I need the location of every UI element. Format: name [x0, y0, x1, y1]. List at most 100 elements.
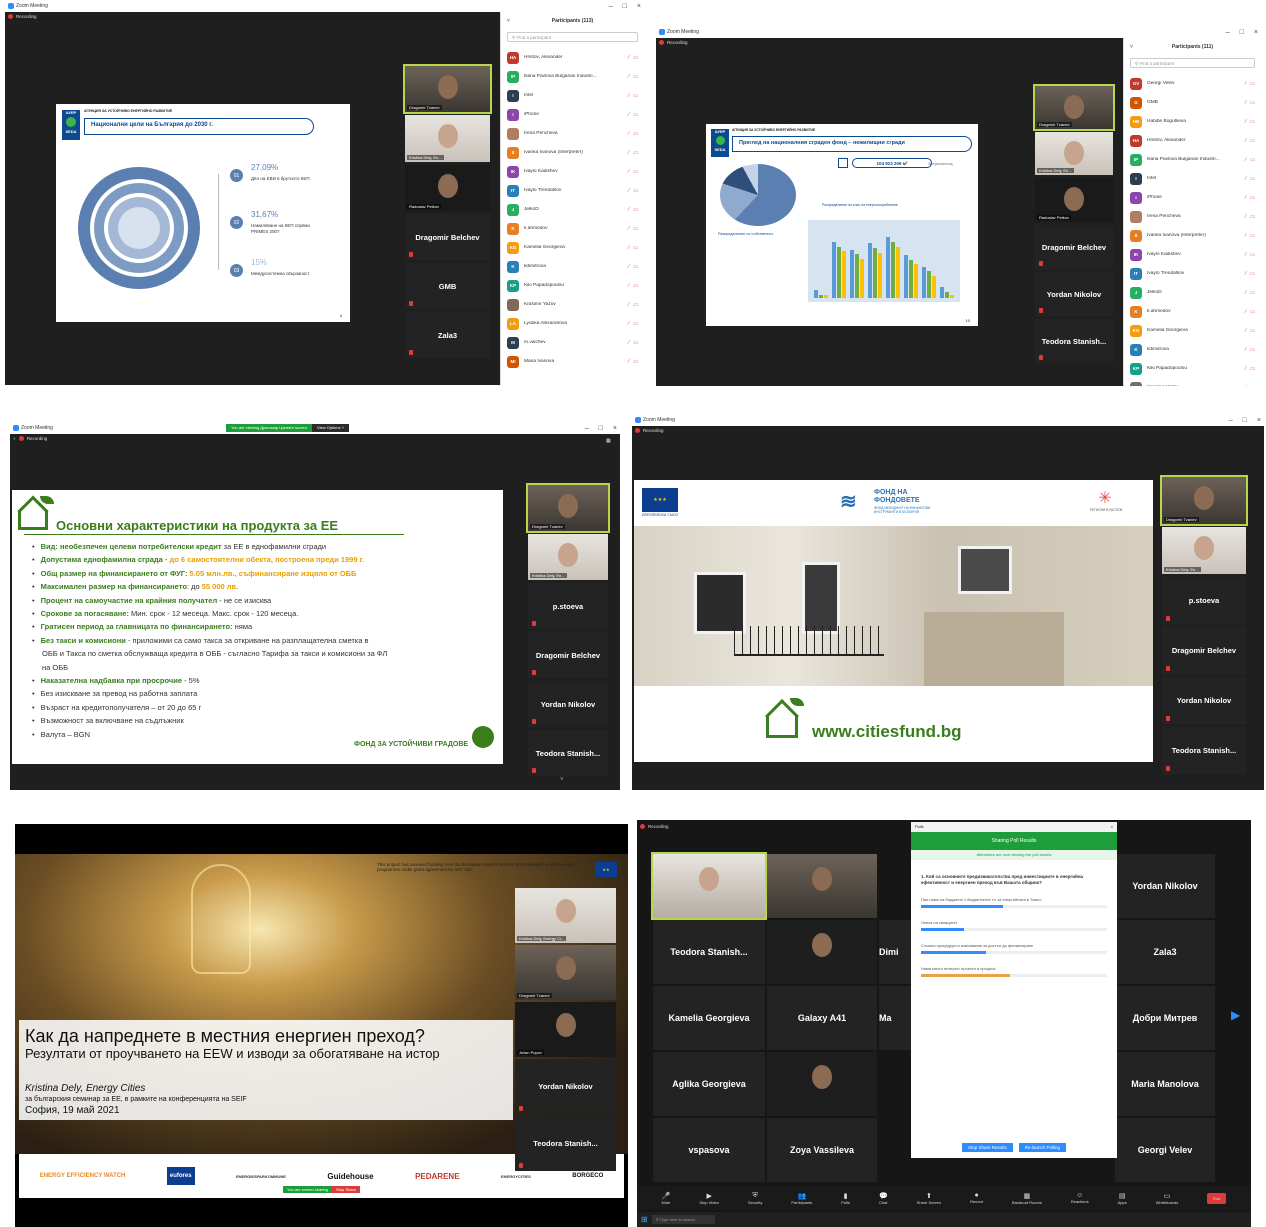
video-off-icon[interactable]: ▭ — [633, 321, 638, 327]
muted-mic-icon[interactable]: ⁄ — [628, 112, 629, 118]
video-tile[interactable]: Dragomir Tzanev — [1033, 84, 1115, 131]
muted-mic-icon[interactable]: ⁄ — [1245, 385, 1246, 387]
muted-mic-icon[interactable]: ⁄ — [1245, 119, 1246, 125]
participant-row[interactable]: II Ivanka Ivanova (Interpreter) ⁄ ▭ — [1124, 226, 1261, 245]
participant-row[interactable]: HB Habibe Bogutlieva ⁄ ▭ — [1124, 112, 1261, 131]
muted-mic-icon[interactable]: ⁄ — [1245, 138, 1246, 144]
video-off-icon[interactable]: ▭ — [1250, 176, 1255, 182]
participant-row[interactable]: I Intel ⁄ ▭ — [1124, 169, 1261, 188]
grid-view-icon[interactable]: ▦ — [606, 438, 611, 444]
toolbar-button[interactable]: ☺ Reactions — [1071, 1192, 1089, 1204]
video-off-icon[interactable]: ▭ — [633, 340, 638, 346]
video-tile[interactable]: Yordan Nikolov — [1162, 677, 1246, 724]
participant-row[interactable]: GV Georgi Velev ⁄ ▭ — [1124, 74, 1261, 93]
video-tile[interactable]: Zala3 — [1115, 920, 1215, 984]
video-off-icon[interactable]: ▭ — [1250, 309, 1255, 315]
toolbar-button[interactable]: 🎤 Mute — [662, 1192, 671, 1205]
participant-row[interactable]: LA Lyubka Alexandrova ⁄ ▭ — [501, 314, 644, 333]
muted-mic-icon[interactable]: ⁄ — [1245, 233, 1246, 239]
participant-row[interactable]: Kk.ahmedov ⁄ ▭ — [1124, 302, 1261, 321]
participant-row[interactable]: Krasimir Yazov ⁄ ▭ — [1124, 378, 1261, 386]
video-tile[interactable]: vspasova — [653, 1118, 765, 1182]
minimize-icon[interactable]: – — [609, 3, 613, 10]
toolbar-button[interactable]: 👥 Participants — [791, 1192, 812, 1205]
participant-row[interactable]: Kkdimitrova ⁄ ▭ — [1124, 340, 1261, 359]
minimize-icon[interactable]: – — [585, 425, 589, 432]
muted-mic-icon[interactable]: ⁄ — [628, 226, 629, 232]
video-off-icon[interactable]: ▭ — [1250, 81, 1255, 87]
muted-mic-icon[interactable]: ⁄ — [1245, 157, 1246, 163]
close-icon[interactable]: × — [1257, 417, 1261, 424]
participant-row[interactable]: Kk.ahmedov ⁄ ▭ — [501, 219, 644, 238]
participant-row[interactable]: MI Maria Ivanova ⁄ ▭ — [501, 352, 644, 371]
video-off-icon[interactable]: ▭ — [633, 302, 638, 308]
muted-mic-icon[interactable]: ⁄ — [628, 74, 629, 80]
toolbar-button[interactable]: ⬆ Share Screen — [917, 1192, 941, 1205]
muted-mic-icon[interactable]: ⁄ — [628, 169, 629, 175]
toolbar-button[interactable]: ▭ Whiteboards — [1156, 1192, 1178, 1205]
taskbar-search[interactable]: ⚲ Type here to search — [651, 1215, 716, 1224]
muted-mic-icon[interactable]: ⁄ — [628, 188, 629, 194]
close-icon[interactable]: × — [613, 425, 617, 432]
windows-start-icon[interactable]: ⊞ — [641, 1215, 648, 1224]
video-tile[interactable]: Teodora Stanish... — [653, 920, 765, 984]
video-tile[interactable]: Kristina Dely, En... — [405, 115, 490, 162]
muted-mic-icon[interactable]: ⁄ — [1245, 214, 1246, 220]
participant-row[interactable]: Irena Pencheva ⁄ ▭ — [501, 124, 644, 143]
participant-row[interactable]: Krasimir Yazov ⁄ ▭ — [501, 295, 644, 314]
muted-mic-icon[interactable]: ⁄ — [628, 245, 629, 251]
participant-row[interactable]: IP Iliana Pavlova Bulgarian Industri... ⁄ ▭ — [1124, 150, 1261, 169]
participant-row[interactable]: Kkdimitrova ⁄ ▭ — [501, 257, 644, 276]
video-tile[interactable] — [651, 852, 767, 920]
participant-row[interactable]: G GMB ⁄ ▭ — [1124, 93, 1261, 112]
muted-mic-icon[interactable]: ⁄ — [628, 321, 629, 327]
minimize-icon[interactable]: – — [1226, 29, 1230, 36]
video-tile[interactable]: Dragomir Tzanev — [1160, 475, 1248, 526]
video-tile[interactable]: Kristina Dely, En... — [1035, 132, 1113, 175]
video-tile[interactable]: Dragomir Tzanev — [403, 64, 492, 114]
video-off-icon[interactable]: ▭ — [633, 131, 638, 137]
video-off-icon[interactable]: ▭ — [633, 359, 638, 365]
recording-indicator[interactable]: Recording — [8, 14, 37, 19]
video-off-icon[interactable]: ▭ — [633, 283, 638, 289]
participant-row[interactable]: KG Kamelia Georgieva ⁄ ▭ — [501, 238, 644, 257]
muted-mic-icon[interactable]: ⁄ — [1245, 271, 1246, 277]
muted-mic-icon[interactable]: ⁄ — [1245, 195, 1246, 201]
muted-mic-icon[interactable]: ⁄ — [628, 340, 629, 346]
muted-mic-icon[interactable]: ⁄ — [628, 359, 629, 365]
video-tile[interactable] — [767, 1052, 877, 1116]
video-off-icon[interactable]: ▭ — [1250, 157, 1255, 163]
video-tile[interactable]: Zala3 — [405, 312, 490, 358]
view-options-button[interactable]: View Options ˅ — [312, 424, 349, 432]
video-tile[interactable]: Kamelia Georgieva — [653, 986, 765, 1050]
video-off-icon[interactable]: ▭ — [1250, 214, 1255, 220]
muted-mic-icon[interactable]: ⁄ — [628, 302, 629, 308]
muted-mic-icon[interactable]: ⁄ — [1245, 309, 1246, 315]
video-off-icon[interactable]: ▭ — [1250, 385, 1255, 387]
video-tile[interactable]: Maria Manolova — [1115, 1052, 1215, 1116]
muted-mic-icon[interactable]: ⁄ — [1245, 290, 1246, 296]
video-off-icon[interactable]: ▭ — [633, 188, 638, 194]
participant-row[interactable]: Irena Pencheva ⁄ ▭ — [1124, 207, 1261, 226]
muted-mic-icon[interactable]: ⁄ — [628, 93, 629, 99]
participant-row[interactable]: IP Iliana Pavlova Bulgarian Industri... ⁄ ▭ — [501, 67, 644, 86]
participant-row[interactable]: HA Hristov, Alexander ⁄ ▭ — [1124, 131, 1261, 150]
participant-row[interactable]: IiPhone ⁄ ▭ — [1124, 188, 1261, 207]
video-off-icon[interactable]: ▭ — [1250, 347, 1255, 353]
muted-mic-icon[interactable]: ⁄ — [1245, 328, 1246, 334]
video-off-icon[interactable]: ▭ — [1250, 290, 1255, 296]
recording-indicator[interactable]: Recording — [635, 428, 664, 433]
participant-row[interactable]: II Ivanka Ivanova (Interpreter) ⁄ ▭ — [501, 143, 644, 162]
scroll-down-icon[interactable]: ˅ — [560, 777, 564, 783]
website-link[interactable]: www.citiesfund.bg — [812, 722, 962, 742]
search-input[interactable]: ⚲ Find a participant — [1130, 58, 1255, 68]
toolbar-button[interactable]: End — [1207, 1192, 1227, 1204]
toolbar-button[interactable]: ● Record — [970, 1192, 983, 1204]
video-off-icon[interactable]: ▭ — [1250, 271, 1255, 277]
chevron-down-icon[interactable]: ˅ — [1130, 44, 1133, 50]
video-off-icon[interactable]: ▭ — [1250, 119, 1255, 125]
close-icon[interactable]: × — [1254, 29, 1258, 36]
video-tile[interactable]: Teodora Stanish... — [1162, 727, 1246, 774]
video-off-icon[interactable]: ▭ — [633, 55, 638, 61]
minimize-icon[interactable]: – — [1229, 417, 1233, 424]
